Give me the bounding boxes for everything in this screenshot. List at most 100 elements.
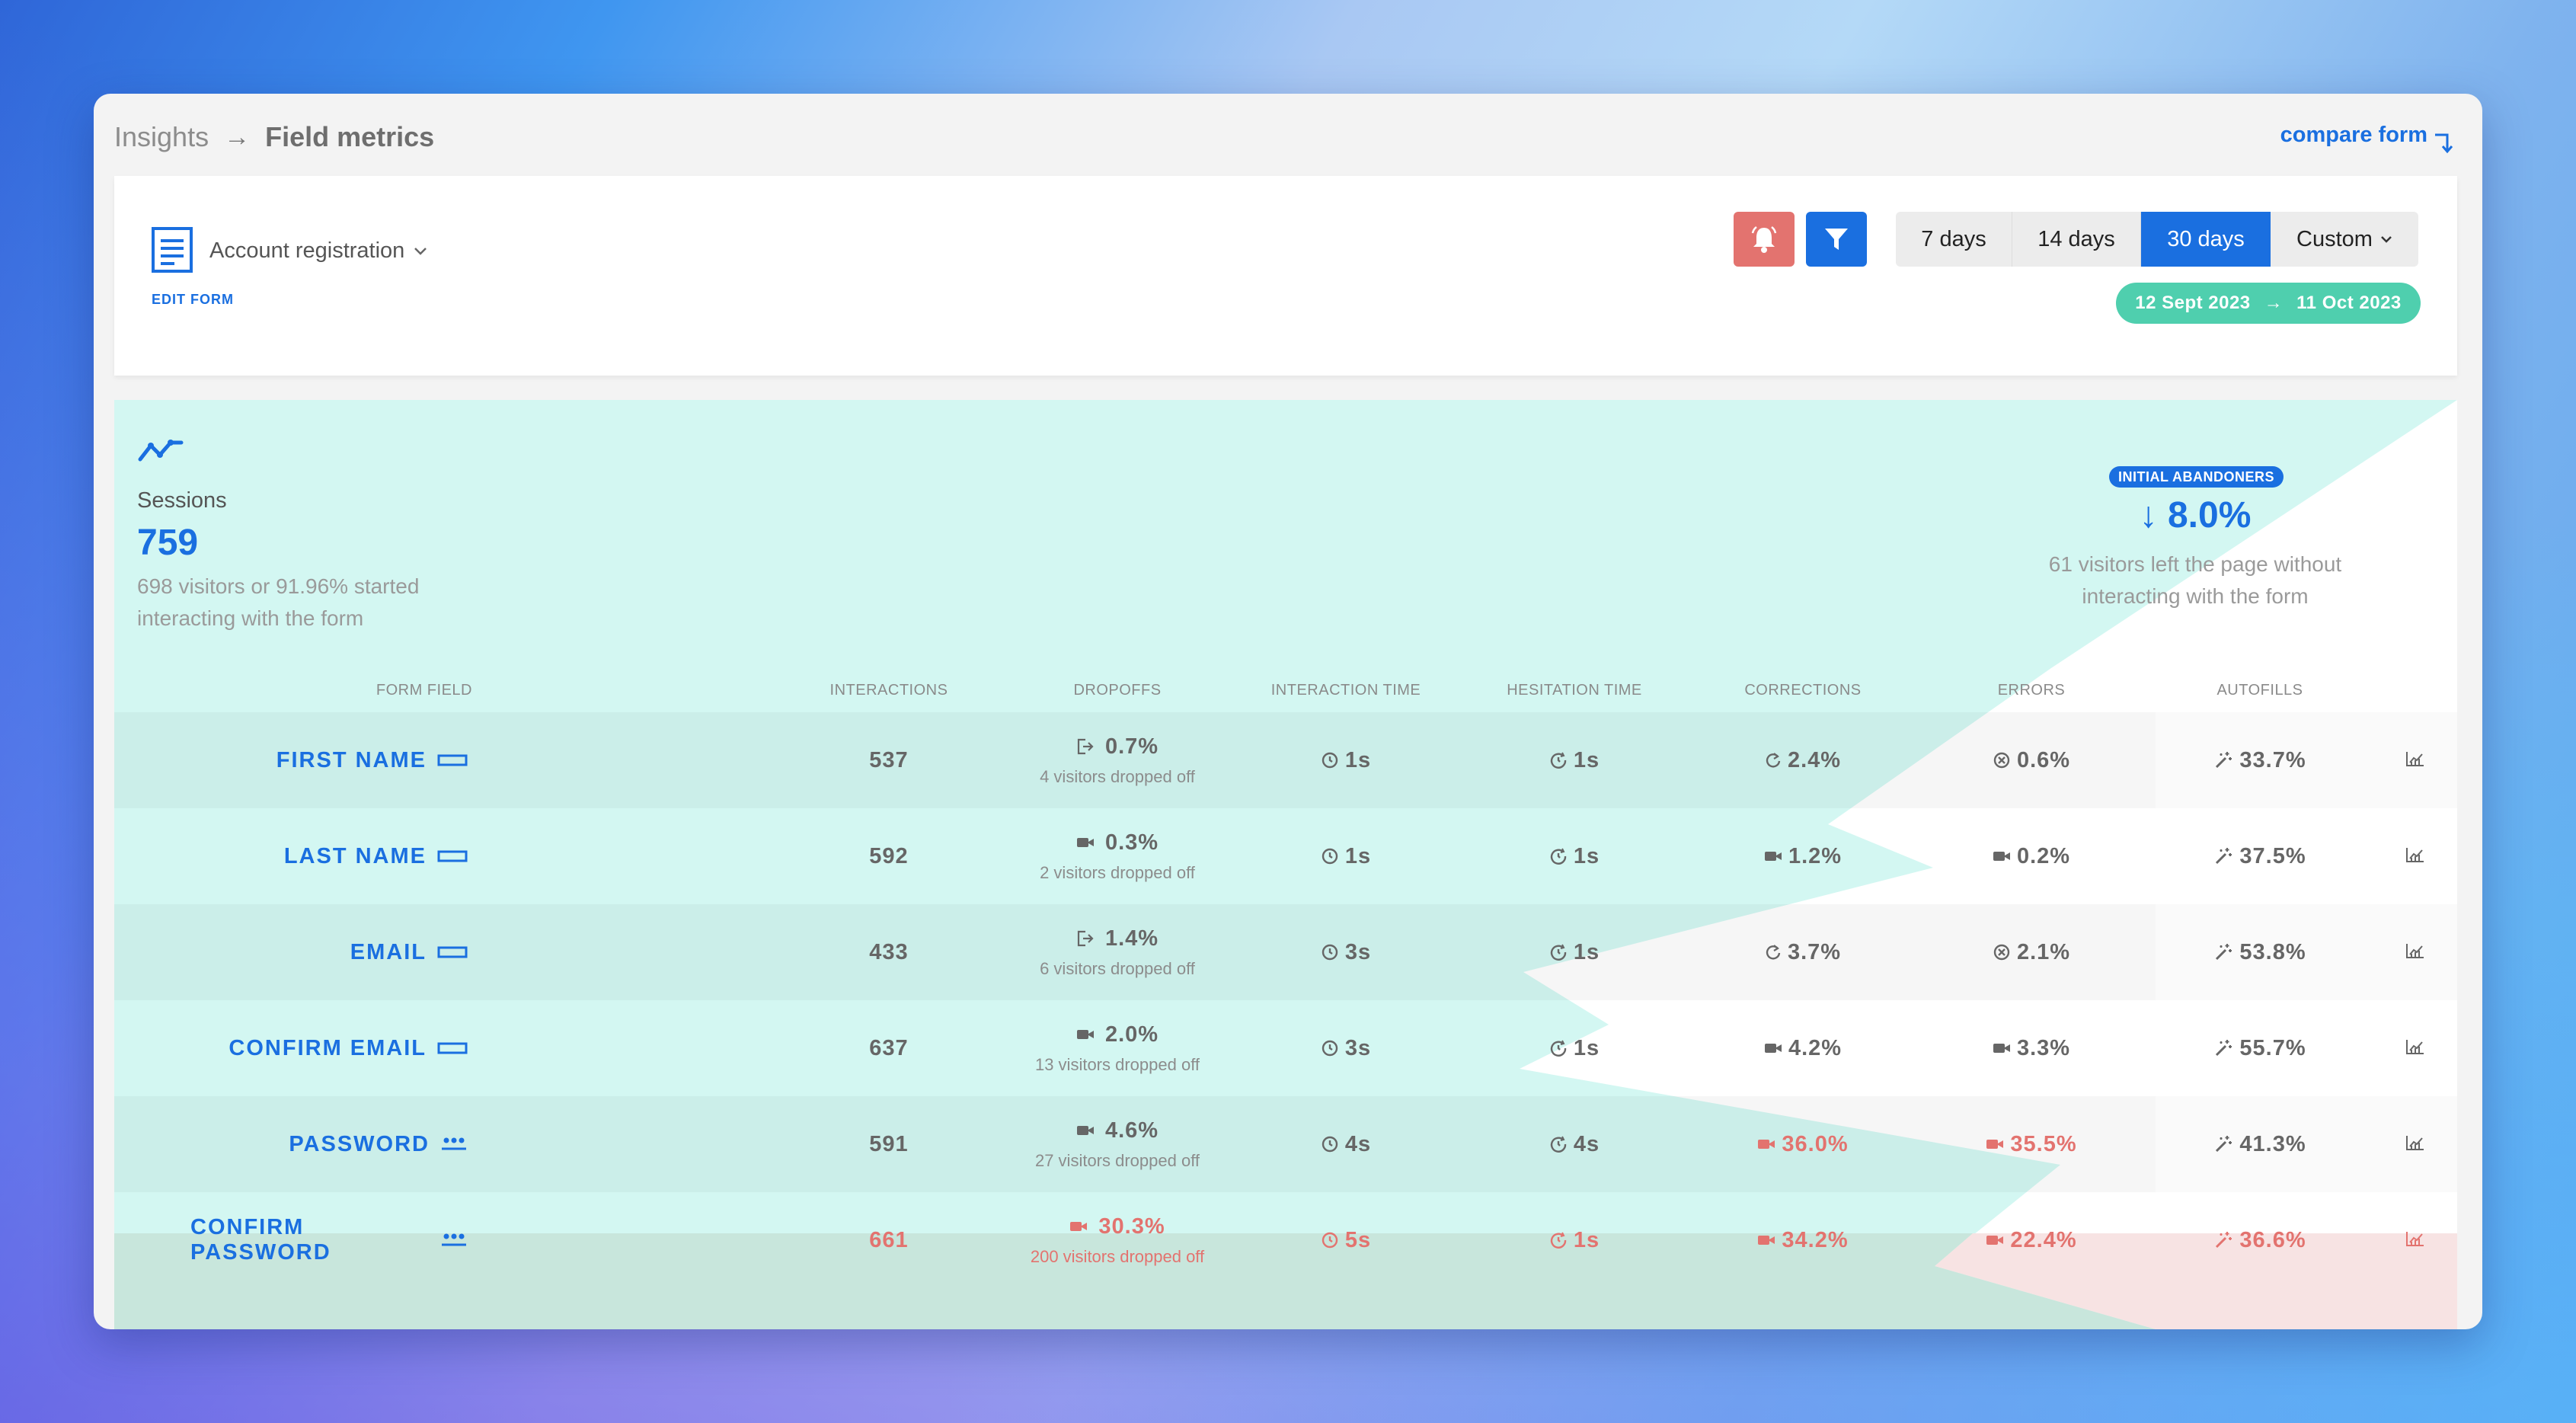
chart-icon[interactable] xyxy=(2405,1230,2425,1251)
col-header-autofills[interactable]: AUTOFILLS xyxy=(2161,682,2359,699)
corner-arrow-icon xyxy=(2435,133,2453,154)
clock-icon xyxy=(1321,1135,1339,1153)
magic-wand-icon xyxy=(2213,1134,2233,1154)
range-7-days[interactable]: 7 days xyxy=(1896,212,2012,267)
clock-icon xyxy=(1321,1039,1339,1057)
x-circle-icon xyxy=(1993,943,2011,961)
errors-value: 3.3% xyxy=(2016,1035,2071,1060)
interaction-time-value: 1s xyxy=(1344,843,1372,868)
autofills-value: 53.8% xyxy=(2239,939,2306,964)
video-icon xyxy=(1076,1028,1095,1041)
autofills-cell: 36.6% xyxy=(2161,1192,2359,1288)
magic-wand-icon xyxy=(2213,750,2233,770)
corrections-cell: 4.2% xyxy=(1704,1000,1902,1096)
dropoff-value: 1.4% xyxy=(1104,926,1159,951)
field-name: EMAIL xyxy=(350,939,427,964)
edit-form-link[interactable]: EDIT FORM xyxy=(152,292,234,308)
chevron-down-icon xyxy=(414,247,427,255)
field-name: FIRST NAME xyxy=(276,747,427,772)
corrections-cell: 2.4% xyxy=(1704,712,1902,808)
compare-form-link[interactable]: compare form xyxy=(2280,123,2453,155)
dropoffs-cell: 1.4% 6 visitors dropped off xyxy=(1018,904,1216,1000)
range-14-days[interactable]: 14 days xyxy=(2012,212,2141,267)
corrections-value: 3.7% xyxy=(1787,939,1842,964)
video-icon xyxy=(1069,1220,1088,1233)
field-name-cell[interactable]: LAST NAME xyxy=(190,808,474,904)
video-icon xyxy=(1076,1124,1095,1137)
col-header-corrections[interactable]: CORRECTIONS xyxy=(1704,682,1902,699)
autofills-value: 36.6% xyxy=(2239,1227,2306,1252)
table-row[interactable]: LAST NAME 592 0.3% 2 visitors dropped of… xyxy=(114,808,2457,904)
sessions-value: 759 xyxy=(137,523,199,563)
hesitation-time-cell: 1s xyxy=(1475,808,1673,904)
corrections-value: 36.0% xyxy=(1782,1131,1849,1156)
interactions-value: 537 xyxy=(869,747,909,772)
field-name: CONFIRM EMAIL xyxy=(229,1035,427,1060)
interactions-value: 591 xyxy=(869,1131,909,1156)
table-row[interactable]: EMAIL 433 1.4% 6 visitors dropped off 3s… xyxy=(114,904,2457,1000)
table-row[interactable]: CONFIRM EMAIL 637 2.0% 13 visitors dropp… xyxy=(114,1000,2457,1096)
form-selector[interactable]: Account registration xyxy=(209,238,427,264)
table-row[interactable]: FIRST NAME 537 0.7% 4 visitors dropped o… xyxy=(114,712,2457,808)
compare-form-label: compare form xyxy=(2280,123,2427,147)
refresh-icon xyxy=(1765,944,1782,961)
x-circle-icon xyxy=(1993,751,2011,769)
filter-button[interactable] xyxy=(1806,212,1867,267)
errors-cell: 35.5% xyxy=(1932,1096,2130,1192)
abandoners-value: ↓ 8.0% xyxy=(2139,495,2252,536)
interaction-time-cell: 5s xyxy=(1247,1192,1445,1288)
form-name: Account registration xyxy=(209,238,405,263)
dropoff-value: 2.0% xyxy=(1104,1022,1159,1047)
col-header-dropoffs[interactable]: DROPOFFS xyxy=(1018,682,1216,699)
col-header-errors[interactable]: ERRORS xyxy=(1932,682,2130,699)
errors-cell: 0.2% xyxy=(1932,808,2130,904)
field-name-cell[interactable]: EMAIL xyxy=(190,904,474,1000)
interaction-time-cell: 4s xyxy=(1247,1096,1445,1192)
range-30-days[interactable]: 30 days xyxy=(2141,212,2271,267)
table-row[interactable]: CONFIRM PASSWORD 661 30.3% 200 visitors … xyxy=(114,1192,2457,1288)
autofills-cell: 55.7% xyxy=(2161,1000,2359,1096)
col-header-interactions[interactable]: INTERACTIONS xyxy=(790,682,988,699)
chart-icon[interactable] xyxy=(2405,846,2425,867)
magic-wand-icon xyxy=(2213,1230,2233,1250)
table-row[interactable]: PASSWORD 591 4.6% 27 visitors dropped of… xyxy=(114,1096,2457,1192)
interaction-time-cell: 1s xyxy=(1247,712,1445,808)
interaction-time-value: 5s xyxy=(1344,1227,1372,1252)
autofills-cell: 41.3% xyxy=(2161,1096,2359,1192)
range-custom[interactable]: Custom xyxy=(2271,212,2418,267)
chart-icon[interactable] xyxy=(2405,1134,2425,1155)
video-icon xyxy=(1076,836,1095,849)
video-icon xyxy=(1764,849,1782,863)
arrow-right-icon: → xyxy=(2264,293,2284,313)
chart-icon[interactable] xyxy=(2405,750,2425,771)
errors-value: 0.6% xyxy=(2016,747,2071,772)
hesitation-time-value: 1s xyxy=(1573,843,1600,868)
hesitation-time-value: 1s xyxy=(1573,1035,1600,1060)
breadcrumb-insights[interactable]: Insights xyxy=(114,121,209,153)
interaction-time-value: 3s xyxy=(1344,1035,1372,1060)
col-header-field[interactable]: FORM FIELD xyxy=(274,682,472,699)
field-name-cell[interactable]: PASSWORD xyxy=(190,1096,474,1192)
dropoffs-cell: 2.0% 13 visitors dropped off xyxy=(1018,1000,1216,1096)
clock-icon xyxy=(1321,751,1339,769)
errors-cell: 3.3% xyxy=(1932,1000,2130,1096)
bell-icon xyxy=(1751,226,1777,253)
field-name-cell[interactable]: CONFIRM PASSWORD xyxy=(190,1192,474,1288)
exit-icon xyxy=(1076,737,1095,756)
date-start: 12 Sept 2023 xyxy=(2135,293,2251,313)
field-name-cell[interactable]: CONFIRM EMAIL xyxy=(190,1000,474,1096)
col-header-hesitation-time[interactable]: HESITATION TIME xyxy=(1475,682,1673,699)
chart-icon[interactable] xyxy=(2405,942,2425,963)
text-field-icon xyxy=(437,753,468,767)
interactions-value: 637 xyxy=(869,1035,909,1060)
corrections-cell: 34.2% xyxy=(1704,1192,1902,1288)
sessions-label: Sessions xyxy=(137,488,227,513)
interaction-time-value: 1s xyxy=(1344,747,1372,772)
hesitation-icon xyxy=(1549,751,1568,769)
field-name-cell[interactable]: FIRST NAME xyxy=(190,712,474,808)
chart-icon[interactable] xyxy=(2405,1038,2425,1059)
alerts-button[interactable] xyxy=(1734,212,1795,267)
hesitation-time-cell: 4s xyxy=(1475,1096,1673,1192)
col-header-interaction-time[interactable]: INTERACTION TIME xyxy=(1247,682,1445,699)
breadcrumb: Insights → Field metrics xyxy=(114,121,434,153)
